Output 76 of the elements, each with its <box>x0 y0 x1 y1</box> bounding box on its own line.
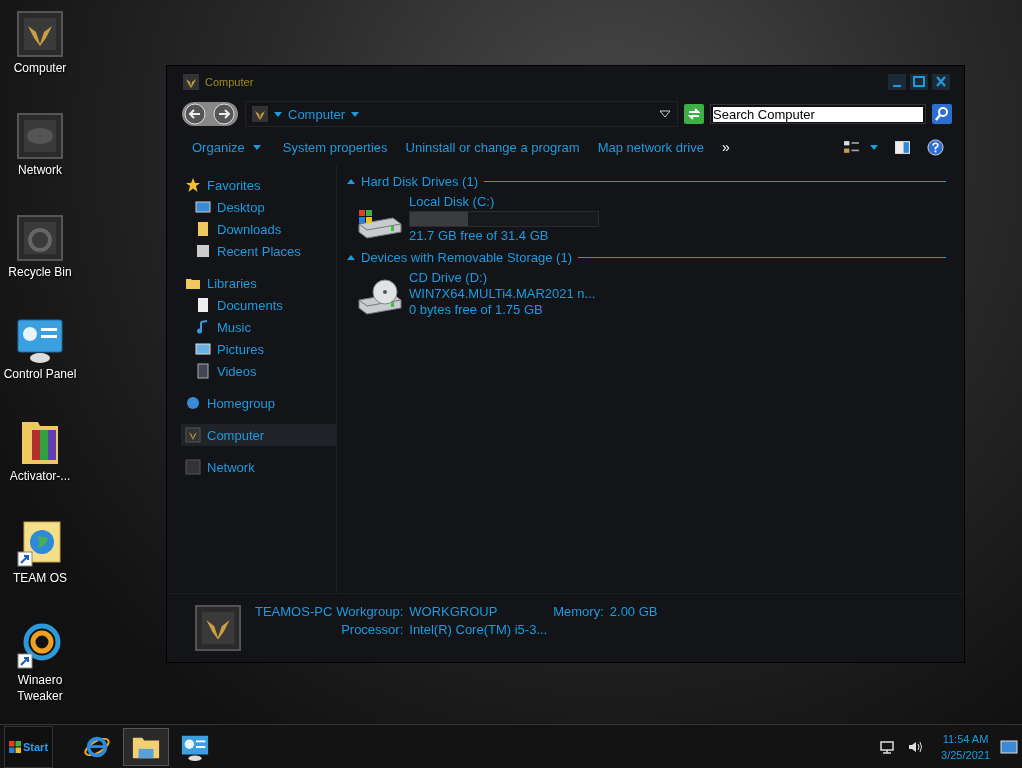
collapse-arrow-icon[interactable] <box>347 254 355 260</box>
pictures-icon <box>195 341 211 357</box>
back-forward-buttons[interactable] <box>181 101 239 127</box>
breadcrumb[interactable]: Computer <box>288 106 346 122</box>
desktop-icon-label[interactable]: Winaero Tweaker <box>1 672 79 704</box>
detail-value: Intel(R) Core(TM) i5-3... <box>409 622 548 638</box>
desktop-icon <box>195 199 211 215</box>
computer-name: TEAMOS-PC <box>255 604 333 619</box>
start-button[interactable]: Start <box>4 725 54 768</box>
nav-item[interactable]: Music <box>181 316 336 338</box>
cd-drive-icon[interactable] <box>355 278 403 318</box>
nav-item[interactable]: Favorites <box>181 174 336 196</box>
detail-label: Processor: <box>340 622 404 638</box>
toolbar-button[interactable]: System properties <box>275 135 395 159</box>
nav-item[interactable]: Homegroup <box>181 392 336 414</box>
refresh-button[interactable] <box>684 104 704 124</box>
detail-label: Memory: <box>553 604 604 620</box>
minimize-button[interactable] <box>888 74 906 90</box>
caret-icon[interactable] <box>274 111 282 117</box>
desktop-icon-label[interactable]: TEAM OS <box>13 570 67 586</box>
toolbar-button[interactable]: Organize <box>185 135 272 159</box>
more-commands-button[interactable]: » <box>714 135 737 159</box>
drive-name[interactable]: Local Disk (C:) <box>409 194 599 210</box>
group-header[interactable]: Devices with Removable Storage (1) <box>361 249 572 265</box>
computer-icon <box>252 106 268 122</box>
window-title: Computer <box>205 76 254 88</box>
nav-item[interactable]: Recent Places <box>181 240 336 262</box>
nav-item[interactable]: Desktop <box>181 196 336 218</box>
desktop-icon-label[interactable]: Control Panel <box>3 366 77 382</box>
search-button[interactable] <box>932 104 952 124</box>
nav-item[interactable]: Network <box>181 456 336 478</box>
caret-icon[interactable] <box>870 144 878 150</box>
volume-label: WIN7X64.MULTi4.MAR2021 n... <box>409 286 596 302</box>
free-space-text: 0 bytes free of 1.75 GB <box>409 302 544 318</box>
view-options-icon[interactable] <box>843 138 860 156</box>
clock-time[interactable]: 11:54 AM <box>942 730 989 747</box>
caret-icon <box>252 144 261 150</box>
computer-icon <box>185 427 201 443</box>
nav-item[interactable]: Computer <box>181 424 336 446</box>
desktop-icon-label[interactable]: Network <box>18 162 62 178</box>
search-field[interactable]: Search Computer <box>710 104 926 124</box>
detail-label: Workgroup: <box>336 604 404 620</box>
windows-flag-icon <box>9 740 21 753</box>
address-bar[interactable]: Computer <box>245 101 678 127</box>
toolbar-button[interactable]: Map network drive <box>590 135 711 159</box>
taskbar-button[interactable] <box>123 727 170 766</box>
nav-item[interactable]: Pictures <box>181 338 336 360</box>
documents-icon <box>195 297 211 313</box>
group-header[interactable]: Hard Disk Drives (1) <box>361 173 478 189</box>
control-panel-icon[interactable] <box>16 316 64 364</box>
close-button[interactable] <box>932 74 950 90</box>
desktop-icon-label[interactable]: Activator-... <box>9 468 71 484</box>
dropdown-icon[interactable] <box>659 110 671 118</box>
drive-name[interactable]: CD Drive (D:) <box>409 270 596 286</box>
nav-item[interactable]: Libraries <box>181 272 336 294</box>
computer-icon[interactable] <box>16 10 64 58</box>
collapse-arrow-icon[interactable] <box>347 178 355 184</box>
star-icon <box>185 177 201 193</box>
nav-item[interactable]: Videos <box>181 360 336 382</box>
globe-shortcut-icon[interactable] <box>16 520 64 568</box>
computer-icon <box>195 605 241 651</box>
nav-item[interactable]: Downloads <box>181 218 336 240</box>
detail-value: WORKGROUP <box>409 604 499 620</box>
toolbar-button[interactable]: Uninstall or change a program <box>398 135 587 159</box>
free-space-text: 21.7 GB free of 31.4 GB <box>409 228 550 244</box>
maximize-button[interactable] <box>910 74 928 90</box>
preview-pane-icon[interactable] <box>894 138 911 156</box>
help-icon[interactable] <box>927 138 944 156</box>
detail-value: 2.00 GB <box>609 604 658 620</box>
nav-item[interactable]: Documents <box>181 294 336 316</box>
desktop-icon-label[interactable]: Recycle Bin <box>8 264 72 280</box>
caret-icon[interactable] <box>351 111 360 117</box>
show-desktop-button[interactable] <box>1000 739 1018 754</box>
clock-date[interactable]: 3/25/2021 <box>941 746 990 763</box>
desktop-icon-label[interactable]: Computer <box>13 60 67 76</box>
computer-icon <box>183 74 199 90</box>
